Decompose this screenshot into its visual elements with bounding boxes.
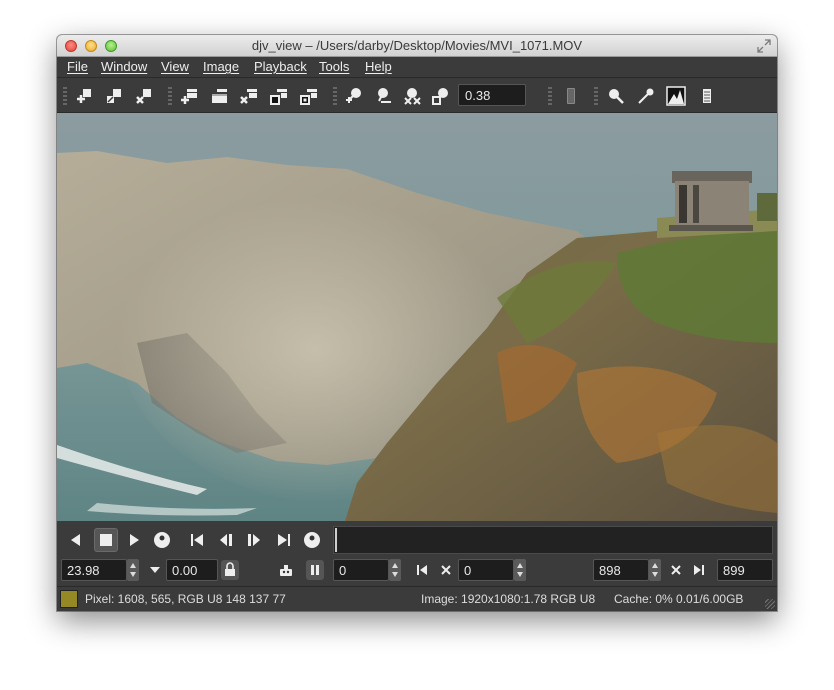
menu-view[interactable]: View xyxy=(161,59,189,74)
file-open-icon[interactable] xyxy=(179,86,199,106)
speed-spinner[interactable] xyxy=(127,559,139,581)
toolbar-grip[interactable] xyxy=(548,87,552,105)
menu-file[interactable]: File xyxy=(67,59,88,74)
timeline-slider[interactable] xyxy=(333,526,773,554)
video-frame xyxy=(57,113,777,521)
zoom-fit-icon[interactable] xyxy=(431,86,451,106)
frame-mode-icon[interactable] xyxy=(303,531,321,549)
every-frame-button[interactable] xyxy=(221,560,239,580)
menu-window[interactable]: Window xyxy=(101,59,147,74)
magnify-icon[interactable] xyxy=(606,86,626,106)
zoom-in-icon[interactable] xyxy=(344,86,364,106)
zoom-input[interactable]: 0.38 xyxy=(458,84,526,106)
resize-grip[interactable] xyxy=(765,599,775,609)
play-reverse-icon[interactable] xyxy=(67,531,85,549)
cache-info: Cache: 0% 0.01/6.00GB xyxy=(614,592,744,606)
speed-field[interactable]: 23.98 xyxy=(61,559,127,581)
real-speed-field: 0.00 xyxy=(166,559,218,581)
playback-controls: 23.98 0.00 0 0 898 899 xyxy=(57,521,777,585)
play-forward-icon[interactable] xyxy=(125,531,143,549)
window-copy-icon[interactable] xyxy=(104,86,124,106)
file-reload-icon[interactable] xyxy=(209,86,229,106)
stop-button[interactable] xyxy=(94,528,118,552)
timeline-cursor[interactable] xyxy=(335,528,337,552)
status-bar: Pixel: 1608, 565, RGB U8 148 137 77 Imag… xyxy=(57,586,777,611)
file-save-frame-icon[interactable] xyxy=(299,86,319,106)
toolbar-grip[interactable] xyxy=(168,87,172,105)
speed-dropdown-icon[interactable] xyxy=(146,561,164,579)
menu-playback[interactable]: Playback xyxy=(254,59,307,74)
image-info: Image: 1920x1080:1.78 RGB U8 xyxy=(421,592,596,606)
app-window: djv_view – /Users/darby/Desktop/Movies/M… xyxy=(57,35,777,611)
zoom-out-icon[interactable] xyxy=(373,86,393,106)
out-point-mark-icon[interactable] xyxy=(690,561,708,579)
current-frame-field[interactable]: 0 xyxy=(333,559,389,581)
in-point-field[interactable]: 0 xyxy=(458,559,514,581)
file-close-icon[interactable] xyxy=(239,86,259,106)
current-frame-spinner[interactable] xyxy=(389,559,401,581)
in-point-reset-icon[interactable] xyxy=(437,561,455,579)
file-save-icon[interactable] xyxy=(269,86,289,106)
toolbar-grip[interactable] xyxy=(63,87,67,105)
histogram-icon[interactable] xyxy=(666,86,686,106)
window-title: djv_view – /Users/darby/Desktop/Movies/M… xyxy=(251,38,583,53)
menu-image[interactable]: Image xyxy=(203,59,239,74)
pixel-color-swatch xyxy=(60,590,78,608)
zoom-reset-icon[interactable] xyxy=(402,86,422,106)
end-frame-spinner[interactable] xyxy=(649,559,661,581)
image-viewport[interactable] xyxy=(57,113,777,521)
end-frame-field[interactable]: 898 xyxy=(593,559,649,581)
fullscreen-icon[interactable] xyxy=(757,39,771,53)
frame-end-icon[interactable] xyxy=(275,531,293,549)
frame-start-icon[interactable] xyxy=(188,531,206,549)
toolbar: 0.38 xyxy=(57,78,777,149)
display-profile-icon[interactable] xyxy=(561,86,581,106)
pause-button[interactable] xyxy=(306,560,324,580)
in-point-spinner[interactable] xyxy=(514,559,526,581)
menu-tools[interactable]: Tools xyxy=(319,59,349,74)
title-bar: djv_view – /Users/darby/Desktop/Movies/M… xyxy=(57,35,777,57)
in-point-mark-icon[interactable] xyxy=(413,561,431,579)
info-icon[interactable] xyxy=(697,86,717,106)
window-close-icon[interactable] xyxy=(134,86,154,106)
pixel-info: Pixel: 1608, 565, RGB U8 148 137 77 xyxy=(85,592,286,606)
audio-icon[interactable] xyxy=(277,561,295,579)
toolbar-grip[interactable] xyxy=(594,87,598,105)
toolbar-grip[interactable] xyxy=(333,87,337,105)
color-picker-icon[interactable] xyxy=(636,86,656,106)
out-point-field[interactable]: 899 xyxy=(717,559,773,581)
frame-prev-icon[interactable] xyxy=(217,531,235,549)
out-point-reset-icon[interactable] xyxy=(667,561,685,579)
menu-help[interactable]: Help xyxy=(365,59,392,74)
frame-next-icon[interactable] xyxy=(245,531,263,549)
menu-bar: File Window View Image Playback Tools He… xyxy=(57,57,777,78)
window-new-icon[interactable] xyxy=(74,86,94,106)
playback-mode-icon[interactable] xyxy=(153,531,171,549)
